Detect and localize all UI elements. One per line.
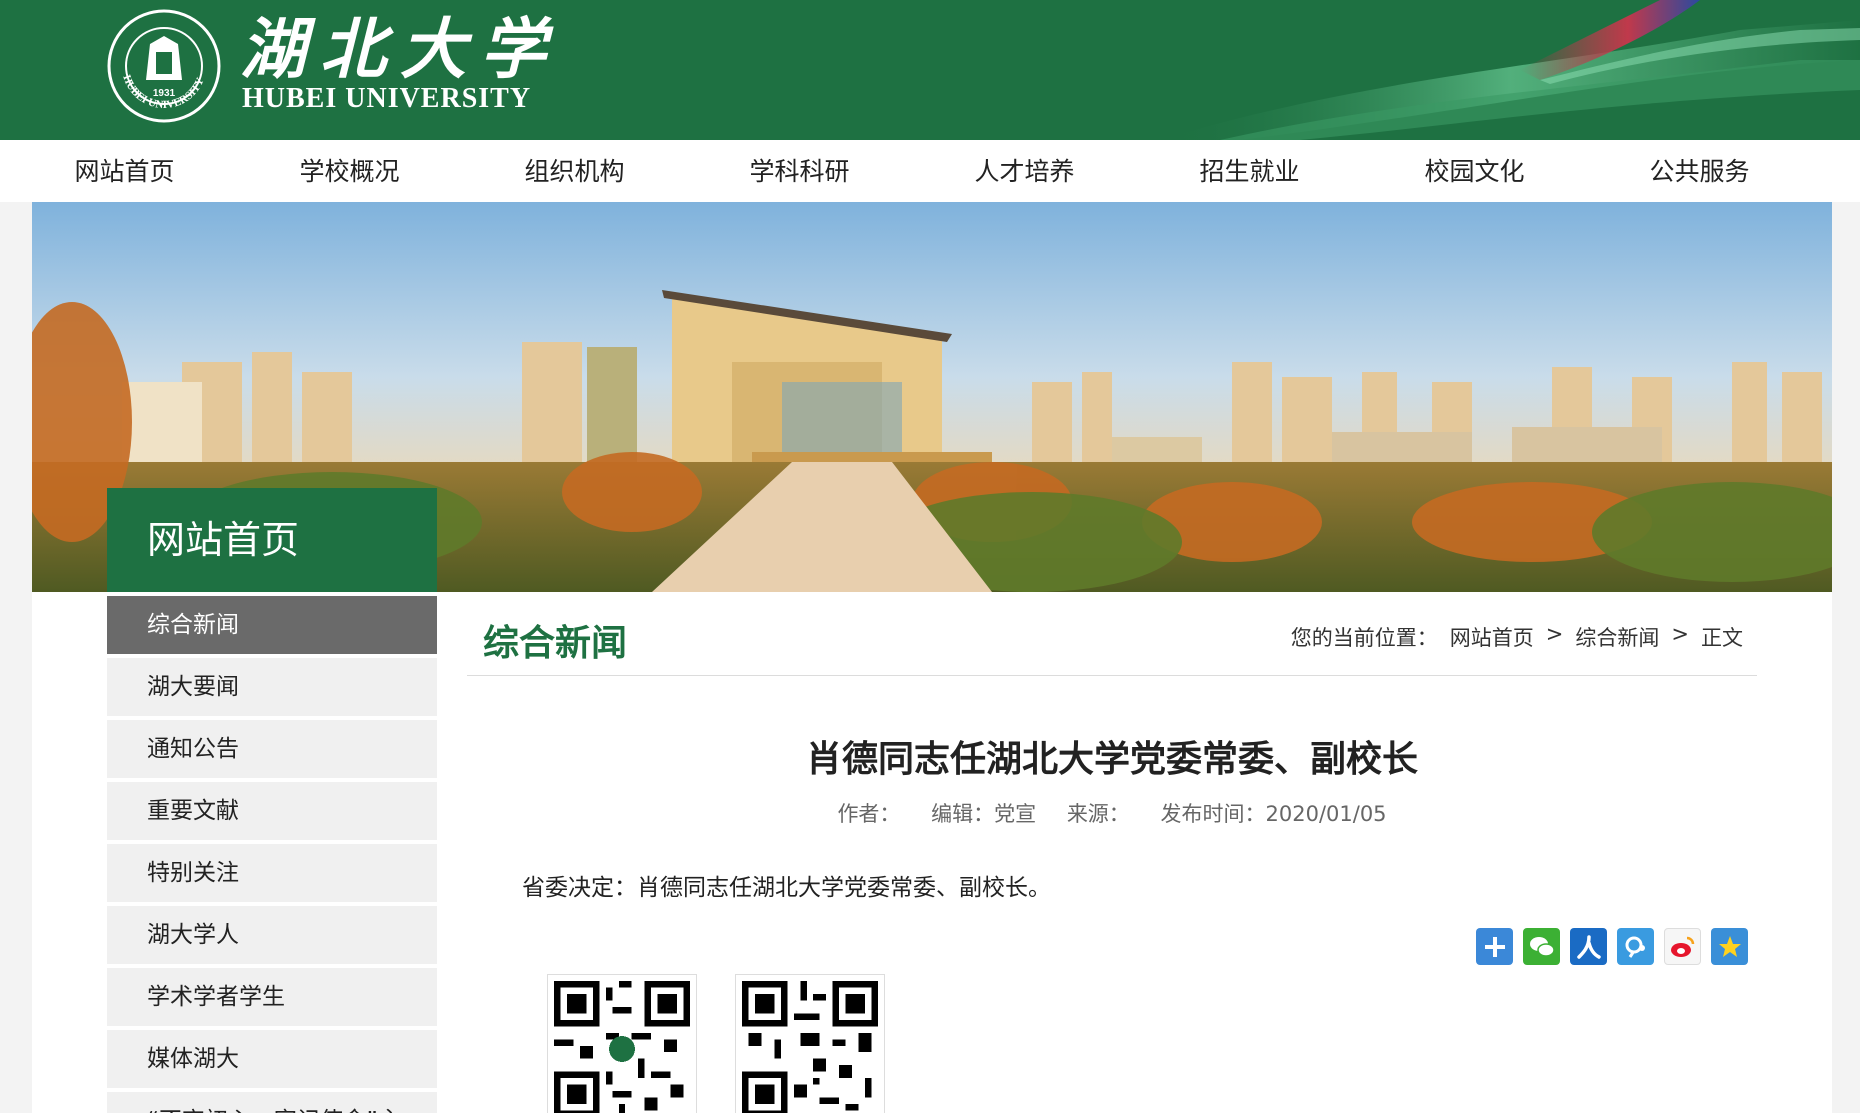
sidebar-item-people[interactable]: 湖大学人 (107, 906, 437, 964)
logo-english-name: HUBEI UNIVERSITY (242, 83, 532, 114)
article-editor: 编辑：党宣 (931, 802, 1037, 826)
nav-item-education[interactable]: 人才培养 (912, 140, 1137, 202)
nav-item-research[interactable]: 学科科研 (687, 140, 912, 202)
article-date: 发布时间：2020/01/05 (1160, 802, 1387, 826)
article-source: 来源： (1066, 802, 1130, 826)
sidebar-item-key-news[interactable]: 湖大要闻 (107, 658, 437, 716)
breadcrumb-section[interactable]: 综合新闻 (1575, 622, 1659, 652)
site-header: 1931 HUBEI UNIVERSITY 湖北大学 HUBEI UNIVERS… (0, 0, 1860, 140)
header-swoosh-decoration (1160, 0, 1860, 140)
sidebar-item-media[interactable]: 媒体湖大 (107, 1030, 437, 1088)
article-meta: 作者： 编辑：党宣 来源： 发布时间：2020/01/05 (467, 798, 1757, 828)
section-title: 综合新闻 (483, 623, 628, 664)
nav-item-overview[interactable]: 学校概况 (237, 140, 462, 202)
sidebar-title: 网站首页 (107, 488, 437, 592)
nav-item-home[interactable]: 网站首页 (12, 140, 237, 202)
main-nav: 网站首页 学校概况 组织机构 学科科研 人才培养 招生就业 校园文化 公共服务 (0, 140, 1860, 202)
nav-item-organization[interactable]: 组织机构 (462, 140, 687, 202)
sidebar-item-special-focus[interactable]: 特别关注 (107, 844, 437, 902)
renren-icon[interactable] (1570, 928, 1607, 965)
nav-item-admissions[interactable]: 招生就业 (1137, 140, 1362, 202)
breadcrumb-current: 正文 (1701, 626, 1743, 650)
sidebar-item-general-news[interactable]: 综合新闻 (107, 596, 437, 654)
sina-weibo-icon[interactable] (1664, 928, 1701, 965)
breadcrumb-home[interactable]: 网站首页 (1450, 622, 1534, 652)
sidebar-item-documents[interactable]: 重要文献 (107, 782, 437, 840)
breadcrumb-label: 您的当前位置： (1290, 626, 1438, 650)
sidebar-item-campaign[interactable]: “不忘初心、牢记使命”主 (107, 1092, 437, 1113)
sidebar-item-scholars[interactable]: 学术学者学生 (107, 968, 437, 1026)
article-author: 作者： (837, 802, 901, 826)
favorite-star-icon[interactable] (1711, 928, 1748, 965)
wechat-icon[interactable] (1523, 928, 1560, 965)
share-bar (1476, 928, 1748, 965)
content-header: 综合新闻 您的当前位置： 网站首页 > 综合新闻 > 正文 (467, 604, 1757, 676)
breadcrumb: 您的当前位置： 网站首页 > 综合新闻 > 正文 (1291, 622, 1743, 652)
logo-chinese-name: 湖北大学 (240, 10, 560, 88)
breadcrumb-separator: > (1545, 622, 1564, 646)
sidebar-item-notices[interactable]: 通知公告 (107, 720, 437, 778)
seal-year: 1931 (153, 88, 176, 99)
qr-code-weibo (735, 974, 885, 1113)
nav-item-culture[interactable]: 校园文化 (1362, 140, 1587, 202)
sidebar-menu: 综合新闻 湖大要闻 通知公告 重要文献 特别关注 湖大学人 学术学者学生 媒体湖… (107, 596, 437, 1113)
qr-code-wechat (547, 974, 697, 1113)
article-body: 省委决定：肖德同志任湖北大学党委常委、副校长。 (522, 875, 1051, 901)
article-title: 肖德同志任湖北大学党委常委、副校长 (805, 739, 1418, 780)
university-seal-logo: 1931 HUBEI UNIVERSITY (107, 9, 221, 123)
breadcrumb-separator: > (1671, 622, 1689, 646)
nav-item-services[interactable]: 公共服务 (1587, 140, 1812, 202)
plus-icon[interactable] (1476, 928, 1513, 965)
tencent-weibo-icon[interactable] (1617, 928, 1654, 965)
